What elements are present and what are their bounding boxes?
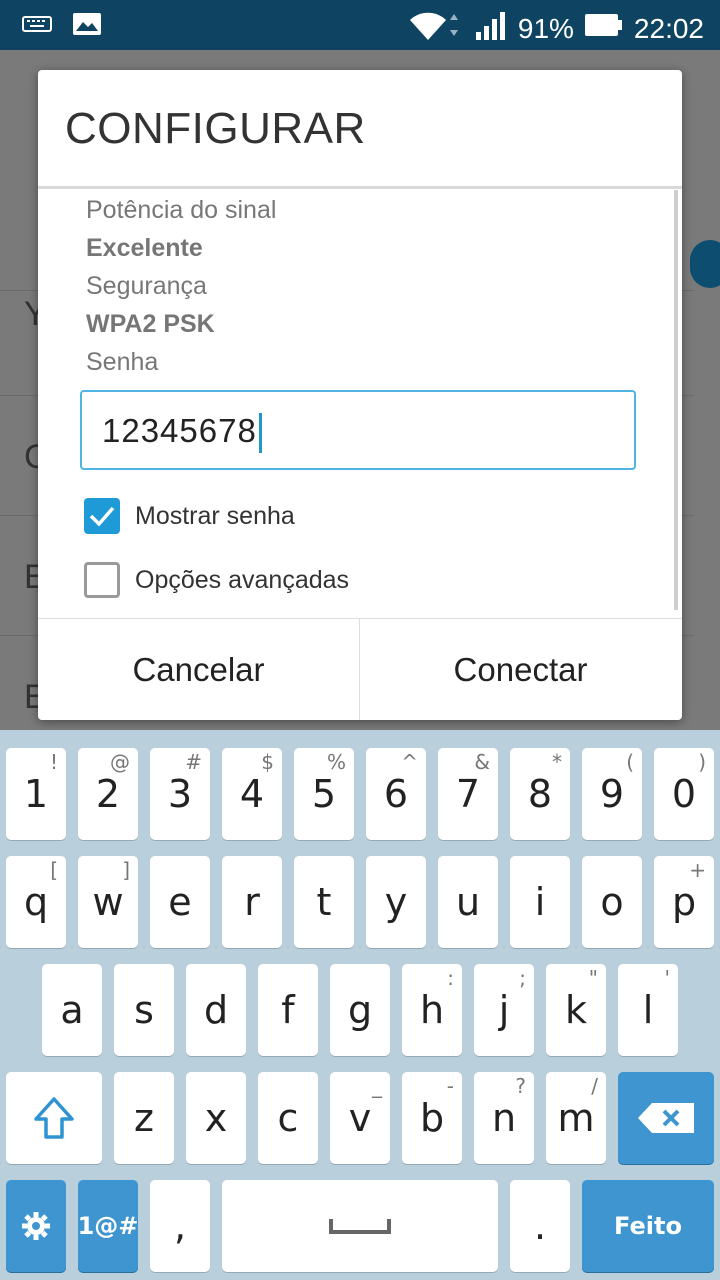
- key-x[interactable]: x: [186, 1072, 246, 1164]
- key-6[interactable]: 6 ^: [366, 748, 426, 840]
- space-key[interactable]: [222, 1180, 498, 1272]
- key-r[interactable]: r: [222, 856, 282, 948]
- key-b[interactable]: b-: [402, 1072, 462, 1164]
- key-n[interactable]: n?: [474, 1072, 534, 1164]
- key-o[interactable]: o: [582, 856, 642, 948]
- key-2[interactable]: 2 @: [78, 748, 138, 840]
- security-label: Segurança: [86, 272, 207, 300]
- key-l[interactable]: l ': [618, 964, 678, 1056]
- key-t[interactable]: t: [294, 856, 354, 948]
- key-d[interactable]: d: [186, 964, 246, 1056]
- key-8[interactable]: 8 *: [510, 748, 570, 840]
- show-password-checkbox[interactable]: [84, 498, 120, 534]
- key-p[interactable]: p +: [654, 856, 714, 948]
- key-1[interactable]: 1!: [6, 748, 66, 840]
- battery-percent: 91%: [517, 12, 574, 44]
- space-bar-icon: [329, 1219, 391, 1234]
- key-c[interactable]: c: [258, 1072, 318, 1164]
- key-m[interactable]: m /: [546, 1072, 606, 1164]
- key-i[interactable]: i: [510, 856, 570, 948]
- wifi-config-dialog: CONFIGURAR Potência do sinal Excelente S…: [38, 70, 682, 720]
- battery-icon: [584, 12, 624, 45]
- shift-key[interactable]: [6, 1072, 102, 1164]
- background-fab: [690, 240, 720, 288]
- key-j[interactable]: j;: [474, 964, 534, 1056]
- dialog-scrollbar[interactable]: [674, 190, 678, 610]
- key-h[interactable]: h:: [402, 964, 462, 1056]
- advanced-options-row[interactable]: Opções avançadas: [84, 562, 349, 598]
- period-key[interactable]: .: [510, 1180, 570, 1272]
- image-icon: [72, 12, 102, 40]
- backspace-key[interactable]: [618, 1072, 714, 1164]
- key-7[interactable]: 7 &: [438, 748, 498, 840]
- checkmark-icon: [89, 506, 115, 527]
- key-a[interactable]: a: [42, 964, 102, 1056]
- dialog-title: CONFIGURAR: [65, 104, 366, 153]
- key-9[interactable]: 9(: [582, 748, 642, 840]
- key-k[interactable]: k ": [546, 964, 606, 1056]
- cancel-button[interactable]: Cancelar: [38, 619, 359, 720]
- keyboard-icon: [22, 13, 52, 39]
- key-y[interactable]: y: [366, 856, 426, 948]
- key-e[interactable]: e: [150, 856, 210, 948]
- key-f[interactable]: f: [258, 964, 318, 1056]
- show-password-row[interactable]: Mostrar senha: [84, 498, 295, 534]
- password-value: 12345678: [102, 412, 257, 449]
- signal-strength-label: Potência do sinal: [86, 196, 277, 224]
- key-u[interactable]: u: [438, 856, 498, 948]
- gear-icon: [22, 1212, 50, 1240]
- status-bar: 91% 22:02: [0, 0, 720, 50]
- wifi-icon: [408, 8, 464, 49]
- cellular-signal-icon: [474, 10, 508, 47]
- signal-strength-value: Excelente: [86, 234, 203, 262]
- key-v[interactable]: v _: [330, 1072, 390, 1164]
- key-w[interactable]: w]: [78, 856, 138, 948]
- soft-keyboard: 1! 2 @ 3 # 4 $ 5% 6 ^ 7 & 8 * 9( 0) q[ w] e r …: [0, 730, 720, 1280]
- key-q[interactable]: q[: [6, 856, 66, 948]
- advanced-options-checkbox[interactable]: [84, 562, 120, 598]
- clock: 22:02: [633, 12, 704, 44]
- done-key[interactable]: Feito: [582, 1180, 714, 1272]
- key-g[interactable]: g: [330, 964, 390, 1056]
- comma-key[interactable]: ,: [150, 1180, 210, 1272]
- key-4[interactable]: 4 $: [222, 748, 282, 840]
- advanced-options-label: Opções avançadas: [135, 565, 350, 594]
- symbols-key[interactable]: 1@#: [78, 1180, 138, 1272]
- text-cursor: [258, 413, 262, 454]
- title-divider: [38, 186, 682, 189]
- key-3[interactable]: 3 #: [150, 748, 210, 840]
- password-label: Senha: [86, 348, 159, 376]
- backspace-icon: [638, 1103, 694, 1133]
- password-input[interactable]: 12345678: [80, 390, 636, 470]
- connect-button[interactable]: Conectar: [360, 619, 681, 720]
- key-0[interactable]: 0): [654, 748, 714, 840]
- key-s[interactable]: s: [114, 964, 174, 1056]
- key-5[interactable]: 5%: [294, 748, 354, 840]
- show-password-label: Mostrar senha: [135, 501, 295, 530]
- security-value: WPA2 PSK: [86, 310, 215, 338]
- settings-key[interactable]: [6, 1180, 66, 1272]
- key-z[interactable]: z: [114, 1072, 174, 1164]
- shift-arrow-icon: [34, 1097, 74, 1139]
